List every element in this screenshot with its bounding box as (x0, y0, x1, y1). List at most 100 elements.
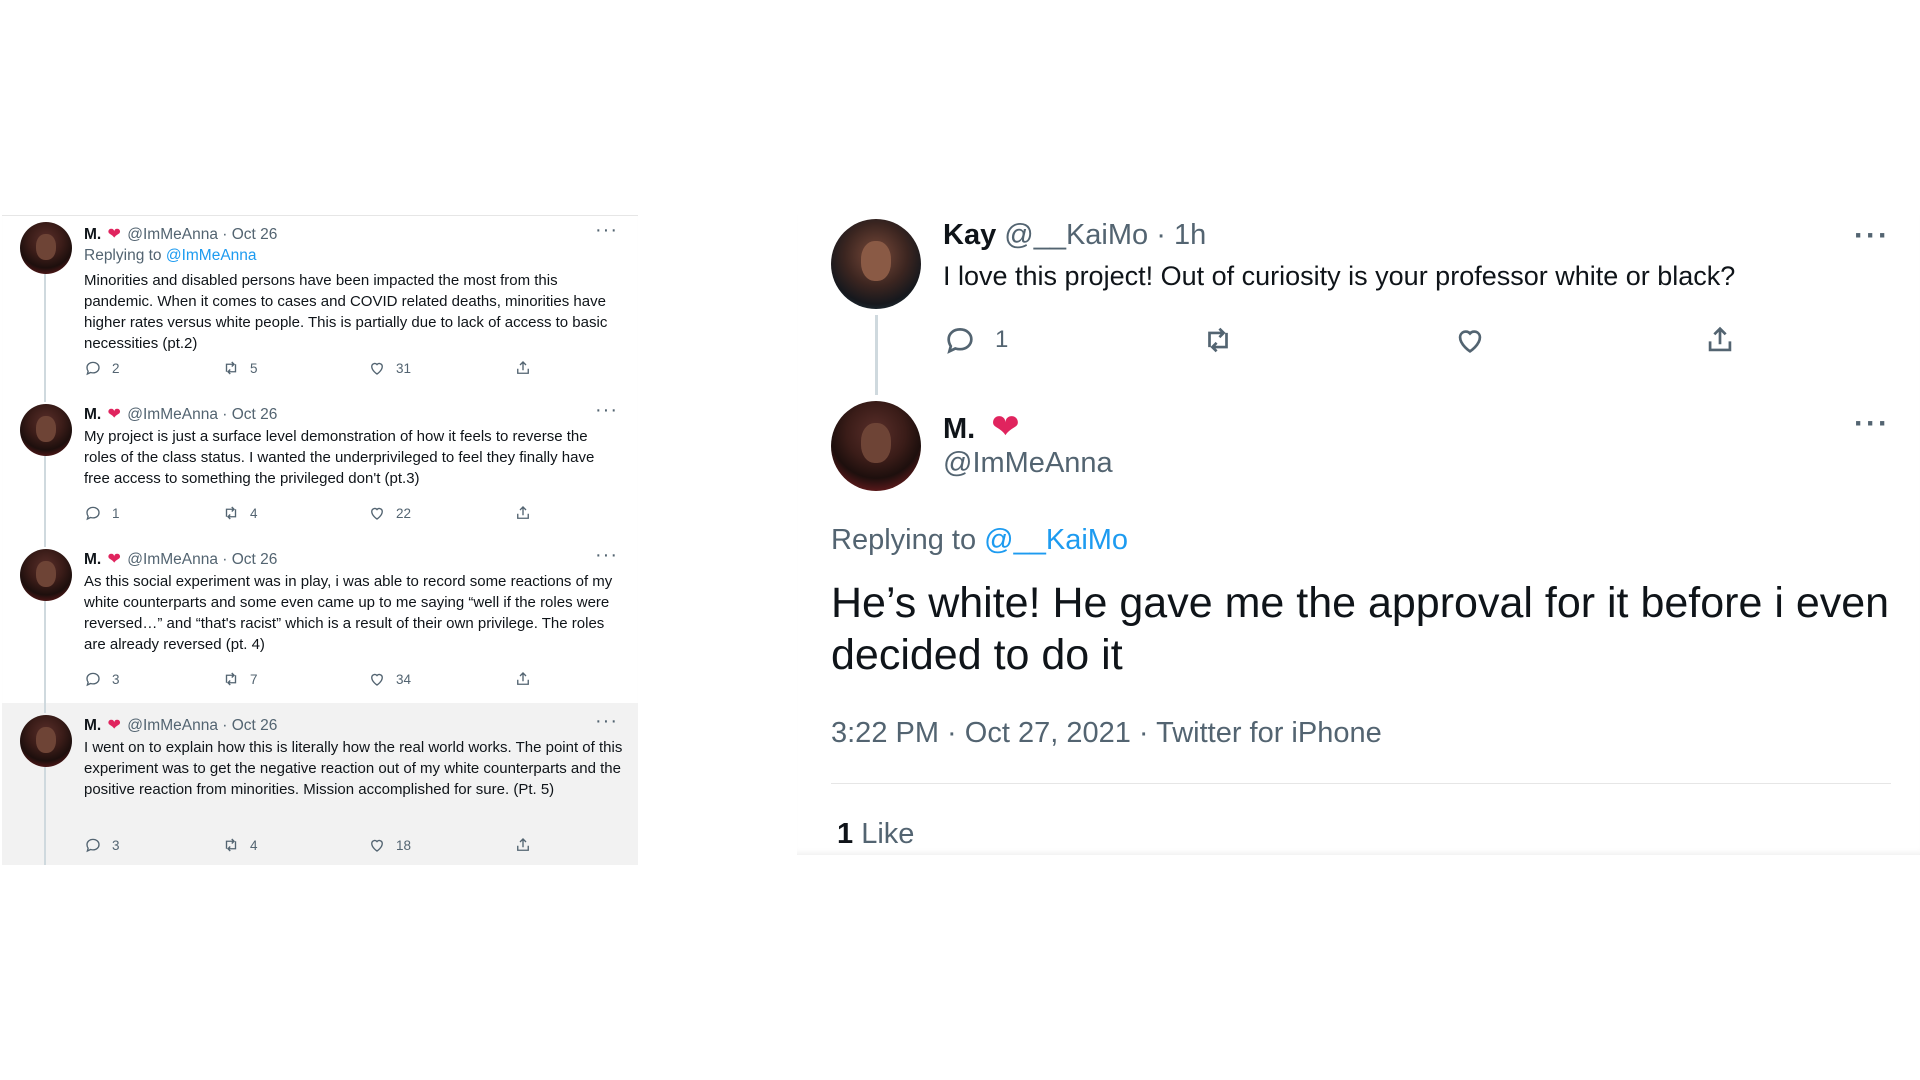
thread-connector (875, 315, 878, 395)
handle[interactable]: @ImMeAnna (127, 406, 218, 423)
more-options-icon[interactable]: ··· (595, 710, 618, 733)
timestamp[interactable]: · 1h (1156, 219, 1206, 251)
thread-tweet[interactable]: M. ❤ @ImMeAnna · Oct 26 ··· As this soci… (2, 537, 638, 703)
thread-connector (44, 703, 46, 713)
display-name[interactable]: M. (84, 406, 101, 423)
thread-connector (44, 599, 46, 703)
timestamp[interactable]: · Oct 26 (222, 717, 277, 734)
tweet-meta[interactable]: 3:22 PM · Oct 27, 2021 · Twitter for iPh… (831, 717, 1382, 750)
handle[interactable]: @ImMeAnna (127, 717, 218, 734)
heart-emoji-icon: ❤ (107, 717, 121, 734)
tweet-header: M. ❤ @ImMeAnna · Oct 26 (84, 715, 277, 735)
retweet-icon (225, 506, 237, 520)
share-icon (517, 361, 529, 374)
avatar[interactable] (20, 549, 72, 601)
heart-emoji-icon: ❤ (107, 226, 121, 243)
thread-tweet[interactable]: M. ❤ @ImMeAnna · Oct 26 ··· I went on to… (2, 703, 638, 865)
replying-to: Replying to @ImMeAnna (84, 247, 257, 264)
thread-connector (44, 392, 46, 402)
reply-count: 3 (112, 671, 120, 687)
like-button[interactable]: 18 (368, 836, 411, 854)
share-button[interactable] (514, 670, 532, 688)
thread-connector (44, 454, 46, 537)
timestamp[interactable]: · Oct 26 (222, 551, 277, 568)
retweet-button[interactable]: 5 (222, 359, 258, 377)
tweet-header: M. ❤ @ImMeAnna · Oct 26 (84, 404, 277, 424)
tweet-text: My project is just a surface level demon… (84, 428, 595, 487)
reply-icon (86, 672, 100, 687)
like-button[interactable]: 31 (368, 359, 411, 377)
avatar[interactable] (831, 401, 921, 491)
more-options-icon[interactable]: ··· (595, 399, 618, 422)
reply-button[interactable]: 1 (943, 323, 1008, 357)
more-options-icon[interactable]: ··· (1854, 407, 1890, 441)
mention-link[interactable]: @__KaiMo (984, 524, 1128, 556)
display-name[interactable]: Kay (943, 219, 996, 251)
heart-icon (371, 673, 383, 686)
avatar[interactable] (20, 715, 72, 767)
heart-icon (371, 839, 383, 852)
retweet-button[interactable] (1201, 323, 1235, 357)
more-options-icon[interactable]: ··· (1854, 219, 1890, 253)
display-name[interactable]: M. (84, 717, 101, 734)
reply-icon (86, 838, 100, 853)
handle[interactable]: @ImMeAnna (943, 447, 1113, 480)
like-count: 18 (396, 837, 412, 853)
timestamp[interactable]: · Oct 26 (222, 406, 277, 423)
like-button[interactable]: 22 (368, 504, 411, 522)
mention-link[interactable]: @ImMeAnna (166, 247, 257, 264)
reply-button[interactable]: 3 (84, 670, 120, 688)
heart-icon (371, 507, 383, 520)
retweet-icon (225, 838, 237, 852)
left-thread-panel: M. ❤ @ImMeAnna · Oct 26 ··· Replying to … (2, 215, 638, 865)
handle[interactable]: @__KaiMo (1004, 219, 1148, 251)
reply-button[interactable]: 2 (84, 359, 120, 377)
retweet-button[interactable]: 4 (222, 504, 258, 522)
retweet-icon (225, 672, 237, 686)
like-count: 34 (396, 671, 412, 687)
likes-count: 1 (837, 818, 854, 850)
more-options-icon[interactable]: ··· (595, 544, 618, 567)
reply-icon (947, 328, 973, 354)
display-name[interactable]: M. (84, 226, 101, 243)
replying-to: Replying to @__KaiMo (831, 524, 1129, 556)
avatar[interactable] (20, 404, 72, 456)
handle[interactable]: @ImMeAnna (127, 226, 218, 243)
reply-icon (86, 506, 100, 521)
share-button[interactable] (514, 504, 532, 522)
avatar[interactable] (20, 222, 72, 274)
timestamp[interactable]: · Oct 26 (222, 226, 277, 243)
tweet-header: M. ❤ @ImMeAnna · Oct 26 (84, 224, 277, 244)
like-button[interactable]: 34 (368, 670, 411, 688)
share-icon (1708, 326, 1732, 352)
likes-summary[interactable]: 1 Like (837, 818, 914, 851)
more-options-icon[interactable]: ··· (595, 219, 618, 242)
tweet-text: I went on to explain how this is literal… (84, 739, 623, 798)
display-name[interactable]: M. (943, 413, 975, 445)
thread-tweet[interactable]: M. ❤ @ImMeAnna · Oct 26 ··· My project i… (2, 392, 638, 537)
retweet-count: 4 (250, 505, 258, 521)
avatar[interactable] (831, 219, 921, 309)
retweet-button[interactable]: 4 (222, 836, 258, 854)
tweet-actions: 2 5 31 (84, 359, 544, 381)
thread-tweet[interactable]: M. ❤ @ImMeAnna · Oct 26 ··· Replying to … (2, 216, 638, 392)
handle[interactable]: @ImMeAnna (127, 551, 218, 568)
reply-count: 1 (995, 326, 1009, 353)
reply-count: 2 (112, 360, 120, 376)
retweet-icon (225, 361, 237, 375)
heart-icon (371, 362, 383, 375)
likes-label: Like (861, 818, 915, 850)
reply-button[interactable]: 1 (84, 504, 120, 522)
tweet-text: As this social experiment was in play, i… (84, 573, 613, 653)
share-button[interactable] (514, 836, 532, 854)
retweet-count: 7 (250, 671, 258, 687)
like-button[interactable] (1453, 323, 1487, 357)
reply-button[interactable]: 3 (84, 836, 120, 854)
display-name[interactable]: M. (84, 551, 101, 568)
heart-icon (1458, 330, 1482, 353)
tweet-header: M. ❤ @ImMeAnna · Oct 26 (84, 549, 277, 569)
share-button[interactable] (514, 359, 532, 377)
share-icon (517, 838, 529, 851)
share-button[interactable] (1703, 323, 1737, 357)
retweet-button[interactable]: 7 (222, 670, 258, 688)
